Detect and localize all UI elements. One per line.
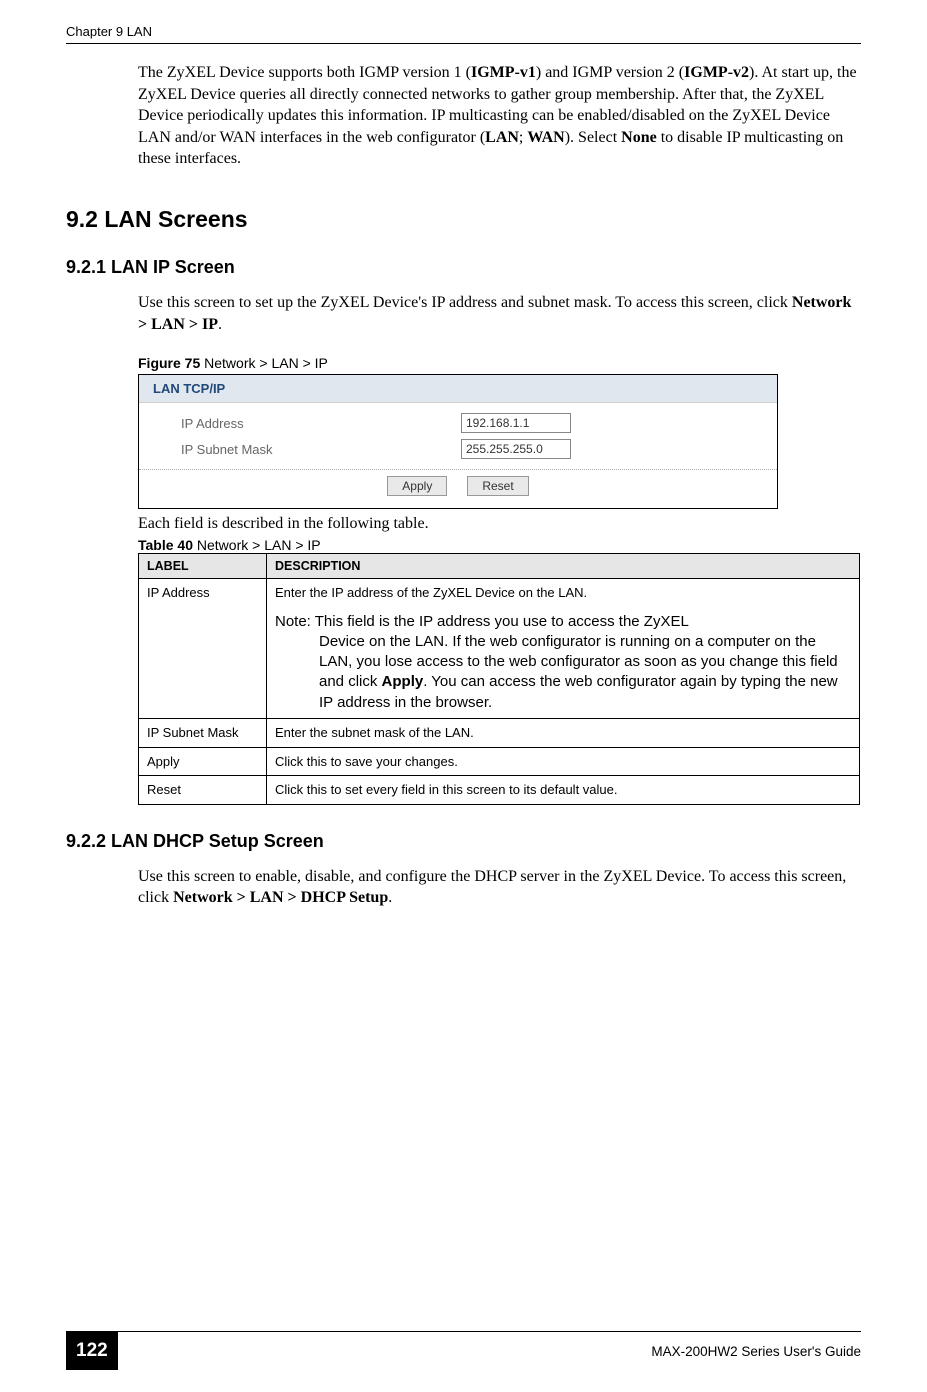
dhcp-intro-text-c: .: [388, 889, 392, 906]
figure-title: Network > LAN > IP: [204, 355, 328, 371]
cell-label: IP Subnet Mask: [139, 718, 267, 747]
cell-label: Apply: [139, 747, 267, 776]
panel-footer: Apply Reset: [139, 469, 777, 508]
form-row-ip-address: IP Address: [181, 413, 757, 433]
page-footer: 122 MAX-200HW2 Series User's Guide: [66, 1331, 861, 1370]
panel-title: LAN TCP/IP: [139, 375, 777, 403]
table-row: IP Subnet Mask Enter the subnet mask of …: [139, 718, 860, 747]
cell-description: Enter the subnet mask of the LAN.: [267, 718, 860, 747]
lan-ip-intro-text-a: Use this screen to set up the ZyXEL Devi…: [138, 294, 792, 311]
table-row: Apply Click this to save your changes.: [139, 747, 860, 776]
dhcp-intro-path: Network > LAN > DHCP Setup: [173, 889, 388, 906]
cell-label: IP Address: [139, 579, 267, 719]
footer-row: 122 MAX-200HW2 Series User's Guide: [66, 1332, 861, 1370]
guide-name: MAX-200HW2 Series User's Guide: [651, 1344, 861, 1359]
subnet-input[interactable]: [461, 439, 571, 459]
column-header-label: LABEL: [139, 554, 267, 579]
table-header-row: LABEL DESCRIPTION: [139, 554, 860, 579]
table-title: Network > LAN > IP: [197, 537, 321, 553]
section-heading-dhcp: 9.2.2 LAN DHCP Setup Screen: [66, 831, 861, 852]
cell-description: Click this to set every field in this sc…: [267, 776, 860, 805]
ip-desc-line: Enter the IP address of the ZyXEL Device…: [275, 585, 587, 600]
table-row: IP Address Enter the IP address of the Z…: [139, 579, 860, 719]
cell-label: Reset: [139, 776, 267, 805]
figure-caption: Figure 75 Network > LAN > IP: [138, 355, 861, 371]
panel-body: IP Address IP Subnet Mask: [139, 403, 777, 459]
cell-description: Enter the IP address of the ZyXEL Device…: [267, 579, 860, 719]
ip-address-label: IP Address: [181, 416, 461, 431]
chapter-label: Chapter 9 LAN: [66, 24, 861, 39]
table-number: Table 40: [138, 537, 197, 553]
figure-number: Figure 75: [138, 355, 204, 371]
parameter-table: LABEL DESCRIPTION IP Address Enter the I…: [138, 553, 860, 804]
form-row-subnet: IP Subnet Mask: [181, 439, 757, 459]
dhcp-intro: Use this screen to enable, disable, and …: [138, 866, 861, 909]
page-header: Chapter 9 LAN: [66, 24, 861, 44]
content-area: The ZyXEL Device supports both IGMP vers…: [66, 62, 861, 929]
ip-note: Note: This field is the IP address you u…: [275, 612, 851, 713]
cell-description: Click this to save your changes.: [267, 747, 860, 776]
table-intro: Each field is described in the following…: [138, 515, 861, 533]
lan-ip-intro: Use this screen to set up the ZyXEL Devi…: [138, 292, 861, 335]
section-heading-lan-ip: 9.2.1 LAN IP Screen: [66, 257, 861, 278]
subnet-label: IP Subnet Mask: [181, 442, 461, 457]
intro-paragraph: The ZyXEL Device supports both IGMP vers…: [138, 62, 861, 170]
page-number: 122: [66, 1332, 118, 1370]
reset-button[interactable]: Reset: [467, 476, 528, 496]
screenshot-figure: LAN TCP/IP IP Address IP Subnet Mask App…: [138, 374, 778, 509]
header-rule: [66, 43, 861, 44]
apply-button[interactable]: Apply: [387, 476, 447, 496]
section-heading-lan-screens: 9.2 LAN Screens: [66, 206, 861, 233]
lan-ip-intro-text-c: .: [218, 316, 222, 333]
ip-address-input[interactable]: [461, 413, 571, 433]
column-header-description: DESCRIPTION: [267, 554, 860, 579]
table-caption: Table 40 Network > LAN > IP: [138, 537, 861, 553]
table-row: Reset Click this to set every field in t…: [139, 776, 860, 805]
